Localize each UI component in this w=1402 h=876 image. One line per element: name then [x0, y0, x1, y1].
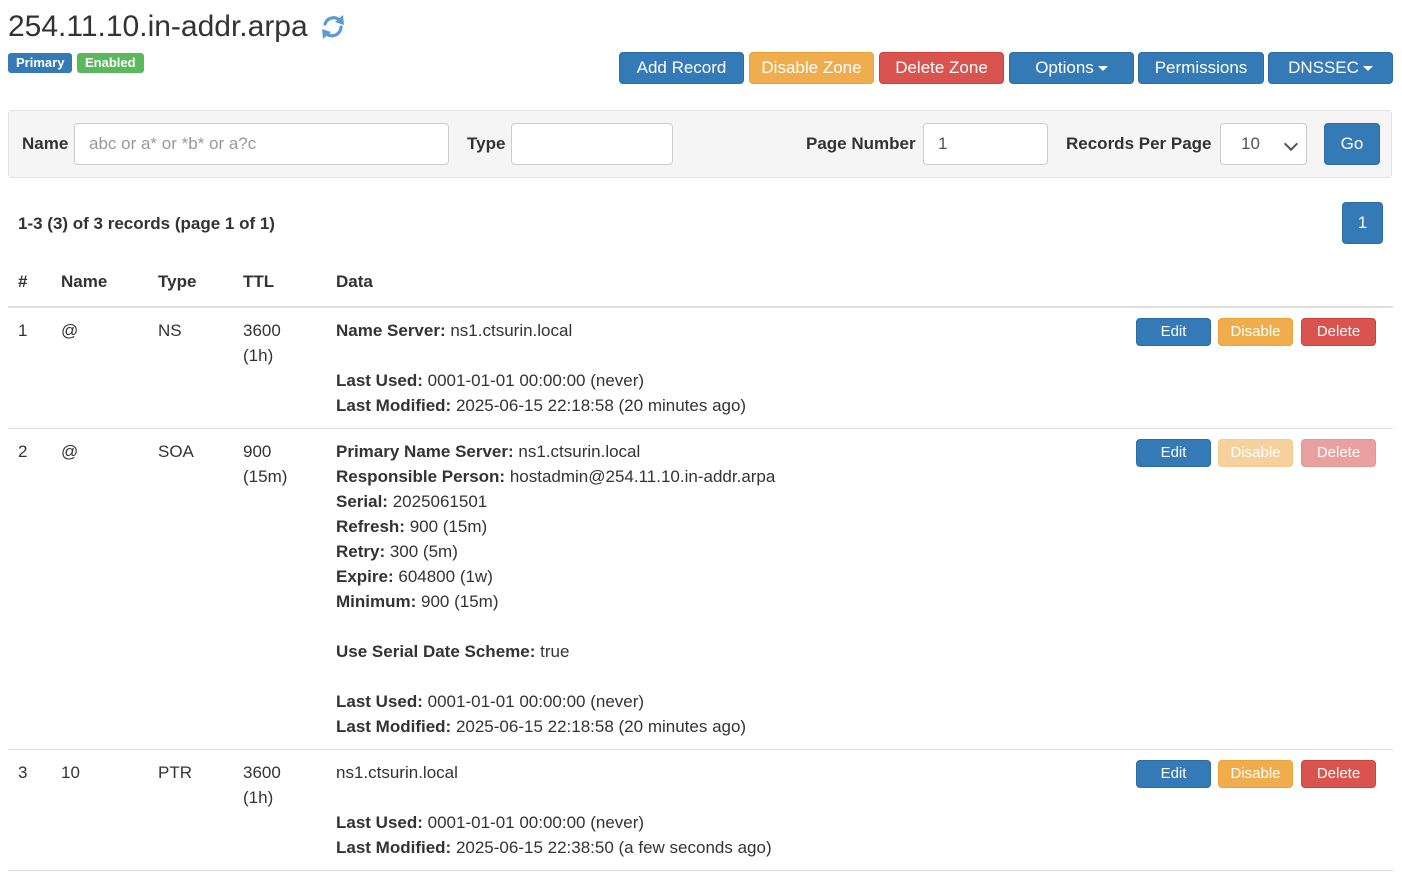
- field-value: 900 (15m): [416, 592, 499, 611]
- options-label: Options: [1035, 58, 1094, 77]
- row-data: Primary Name Server: ns1.ctsurin.local R…: [336, 439, 775, 739]
- dnssec-label: DNSSEC: [1288, 58, 1359, 77]
- row-index: 3: [18, 763, 28, 782]
- delete-zone-button[interactable]: Delete Zone: [879, 52, 1004, 84]
- ttl-human: (1h): [243, 346, 274, 365]
- row-index: 1: [18, 321, 28, 340]
- ttl-human: (15m): [243, 467, 288, 486]
- row-ttl: 900 (15m): [243, 439, 287, 489]
- row-data: Name Server: ns1.ctsurin.local Last Used…: [336, 318, 746, 418]
- column-header-index: #: [18, 272, 28, 291]
- ttl-seconds: 3600: [243, 321, 281, 340]
- chevron-down-icon: [1283, 136, 1299, 152]
- row-index: 2: [18, 442, 28, 461]
- row-data: ns1.ctsurin.local Last Used: 0001-01-01 …: [336, 760, 772, 860]
- name-filter-label: Name: [22, 134, 69, 153]
- field-value: 900 (15m): [404, 517, 488, 536]
- name-filter-input[interactable]: abc or a* or *b* or a?c: [74, 123, 449, 165]
- field-label: Name Server:: [336, 321, 446, 340]
- row-type: NS: [158, 321, 182, 340]
- field-label: Last Used:: [336, 813, 423, 832]
- field-value: 300 (5m): [385, 542, 458, 561]
- type-filter-input[interactable]: [511, 123, 673, 165]
- ttl-human: (1h): [243, 788, 274, 807]
- field-value: ns1.ctsurin.local: [336, 763, 458, 782]
- refresh-icon[interactable]: [318, 12, 348, 42]
- field-value: 0001-01-01 00:00:00 (never): [422, 813, 645, 832]
- header-divider: [8, 306, 1393, 308]
- delete-record-button[interactable]: Delete: [1301, 760, 1376, 788]
- field-label: Serial:: [336, 492, 388, 511]
- field-label: Minimum:: [336, 592, 417, 611]
- field-label: Responsible Person:: [336, 467, 506, 486]
- ttl-seconds: 900: [243, 442, 272, 461]
- field-value: ns1.ctsurin.local: [513, 442, 641, 461]
- field-value: 2025061501: [387, 492, 488, 511]
- disable-record-button[interactable]: Disable: [1218, 318, 1293, 346]
- field-label: Last Modified:: [336, 717, 452, 736]
- field-label: Last Used:: [336, 692, 423, 711]
- row-name: @: [61, 321, 79, 340]
- options-dropdown-button[interactable]: Options: [1009, 52, 1134, 84]
- column-header-data: Data: [336, 272, 373, 291]
- field-label: Retry:: [336, 542, 386, 561]
- field-label: Refresh:: [336, 517, 405, 536]
- zone-type-badge: Primary: [8, 53, 73, 73]
- field-value: ns1.ctsurin.local: [445, 321, 573, 340]
- go-button[interactable]: Go: [1324, 123, 1380, 165]
- caret-down-icon: [1097, 66, 1108, 72]
- zone-title: 254.11.10.in-addr.arpa: [8, 10, 308, 43]
- disable-record-button[interactable]: Disable: [1218, 760, 1293, 788]
- column-header-name: Name: [61, 272, 108, 291]
- field-value: 0001-01-01 00:00:00 (never): [422, 692, 645, 711]
- field-label: Last Modified:: [336, 838, 452, 857]
- page-number-input[interactable]: 1: [923, 123, 1048, 165]
- pagination-page-1[interactable]: 1: [1342, 202, 1383, 244]
- field-value: 2025-06-15 22:38:50 (a few seconds ago): [451, 838, 772, 857]
- row-divider: [8, 749, 1393, 750]
- field-label: Last Modified:: [336, 396, 452, 415]
- field-label: Primary Name Server:: [336, 442, 514, 461]
- add-record-button[interactable]: Add Record: [619, 52, 744, 84]
- row-name: 10: [61, 763, 80, 782]
- dnssec-dropdown-button[interactable]: DNSSEC: [1268, 52, 1393, 84]
- column-header-type: Type: [158, 272, 197, 291]
- edit-record-button[interactable]: Edit: [1136, 439, 1211, 467]
- delete-record-button: Delete: [1301, 439, 1376, 467]
- edit-record-button[interactable]: Edit: [1136, 760, 1211, 788]
- permissions-button[interactable]: Permissions: [1138, 52, 1264, 84]
- page-number-label: Page Number: [806, 134, 916, 153]
- disable-zone-button[interactable]: Disable Zone: [749, 52, 874, 84]
- edit-record-button[interactable]: Edit: [1136, 318, 1211, 346]
- field-value: 604800 (1w): [393, 567, 493, 586]
- field-label: Last Used:: [336, 371, 423, 390]
- field-value: 2025-06-15 22:18:58 (20 minutes ago): [451, 717, 747, 736]
- field-label: Expire:: [336, 567, 394, 586]
- field-value: 0001-01-01 00:00:00 (never): [422, 371, 645, 390]
- row-name: @: [61, 442, 79, 461]
- row-divider: [8, 870, 1393, 871]
- ttl-seconds: 3600: [243, 763, 281, 782]
- field-label: Use Serial Date Scheme:: [336, 642, 536, 661]
- field-value: true: [535, 642, 570, 661]
- caret-down-icon: [1362, 66, 1373, 72]
- records-per-page-select[interactable]: 10: [1220, 123, 1307, 165]
- row-type: SOA: [158, 442, 194, 461]
- row-type: PTR: [158, 763, 192, 782]
- column-header-ttl: TTL: [243, 272, 275, 291]
- records-per-page-value: 10: [1241, 134, 1260, 153]
- row-ttl: 3600 (1h): [243, 318, 281, 368]
- records-summary: 1-3 (3) of 3 records (page 1 of 1): [18, 214, 275, 233]
- disable-record-button: Disable: [1218, 439, 1293, 467]
- delete-record-button[interactable]: Delete: [1301, 318, 1376, 346]
- field-value: hostadmin@254.11.10.in-addr.arpa: [505, 467, 776, 486]
- zone-status-badge: Enabled: [77, 53, 144, 73]
- records-per-page-label: Records Per Page: [1066, 134, 1212, 153]
- type-filter-label: Type: [467, 134, 506, 153]
- field-value: 2025-06-15 22:18:58 (20 minutes ago): [451, 396, 747, 415]
- row-ttl: 3600 (1h): [243, 760, 281, 810]
- row-divider: [8, 428, 1393, 429]
